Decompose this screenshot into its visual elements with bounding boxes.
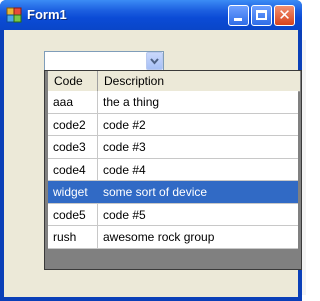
table-row[interactable]: widget some sort of device [48,181,298,204]
grid-header: Code Description [48,71,300,92]
cell-code: code4 [48,158,98,181]
window-title: Form1 [27,7,67,22]
table-row[interactable]: aaa the a thing [48,91,298,114]
cell-code: code2 [48,113,98,136]
maximize-icon [256,10,267,20]
cell-description: awesome rock group [103,230,215,244]
cell-description: code #4 [103,162,146,177]
cell-code: widget [48,181,98,203]
combo-dropdown-button[interactable] [146,52,163,70]
cell-description: code #2 [103,117,146,132]
cell-description: some sort of device [103,185,208,199]
column-header-code[interactable]: Code [48,71,98,91]
cell-description: code #3 [103,140,146,154]
cell-description: the a thing [103,95,160,109]
grid-rows: aaa the a thing code2 code #2 code3 code #3 co… [48,91,298,249]
table-row[interactable]: code5 code #5 [48,203,298,226]
cell-code: code3 [48,136,98,158]
form-app-icon[interactable] [6,7,22,23]
cell-description: code #5 [103,207,146,222]
table-row[interactable]: code4 code #4 [48,158,298,181]
table-row[interactable]: rush awesome rock group [48,226,298,249]
table-row[interactable]: code3 code #3 [48,136,298,159]
grid-empty-area [48,249,300,268]
close-button[interactable]: ✕ [274,5,295,26]
title-bar[interactable]: Form1 ✕ [0,0,302,30]
minimize-button[interactable] [228,5,249,26]
close-icon: ✕ [278,6,291,24]
maximize-button[interactable] [251,5,272,26]
minimize-icon [234,18,242,21]
column-header-description[interactable]: Description [98,71,300,91]
background-strip [302,40,306,295]
chevron-down-icon [150,58,159,65]
cell-code: code5 [48,203,98,226]
cell-code: rush [48,226,98,248]
table-row[interactable]: code2 code #2 [48,113,298,136]
cell-code: aaa [48,91,98,113]
